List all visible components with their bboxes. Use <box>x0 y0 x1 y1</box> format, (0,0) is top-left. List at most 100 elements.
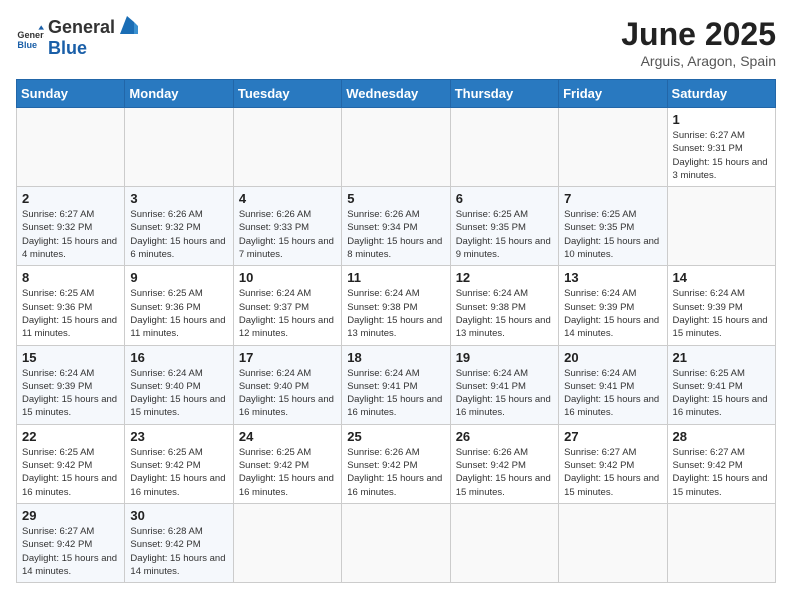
day-number: 27 <box>564 429 661 444</box>
calendar-title: June 2025 <box>621 16 776 53</box>
empty-cell <box>233 108 341 187</box>
day-number: 2 <box>22 191 119 206</box>
calendar-day-17: 17Sunrise: 6:24 AMSunset: 9:40 PMDayligh… <box>233 345 341 424</box>
logo-general: General <box>48 17 115 38</box>
calendar-header-row: SundayMondayTuesdayWednesdayThursdayFrid… <box>17 80 776 108</box>
day-number: 4 <box>239 191 336 206</box>
calendar-day-11: 11Sunrise: 6:24 AMSunset: 9:38 PMDayligh… <box>342 266 450 345</box>
calendar-day-4: 4Sunrise: 6:26 AMSunset: 9:33 PMDaylight… <box>233 187 341 266</box>
day-number: 10 <box>239 270 336 285</box>
empty-cell <box>667 503 775 582</box>
day-number: 8 <box>22 270 119 285</box>
calendar-table: SundayMondayTuesdayWednesdayThursdayFrid… <box>16 79 776 583</box>
day-info: Sunrise: 6:24 AMSunset: 9:38 PMDaylight:… <box>456 287 553 340</box>
calendar-header-friday: Friday <box>559 80 667 108</box>
calendar-day-9: 9 Sunrise: 6:25 AMSunset: 9:36 PMDaylight… <box>125 266 233 345</box>
calendar-day-1: 1 Sunrise: 6:27 AMSunset: 9:31 PMDaylight… <box>667 108 775 187</box>
calendar-week-row: 15Sunrise: 6:24 AMSunset: 9:39 PMDayligh… <box>17 345 776 424</box>
calendar-header-saturday: Saturday <box>667 80 775 108</box>
calendar-day-18: 18 Sunrise: 6:24 AMSunset: 9:41 PMDayligh… <box>342 345 450 424</box>
calendar-day-2: 2 Sunrise: 6:27 AMSunset: 9:32 PMDaylight… <box>17 187 125 266</box>
svg-text:Blue: Blue <box>17 39 37 49</box>
day-info: Sunrise: 6:27 AMSunset: 9:42 PMDaylight:… <box>564 446 661 499</box>
empty-cell <box>342 503 450 582</box>
calendar-day-20: 20Sunrise: 6:24 AMSunset: 9:41 PMDayligh… <box>559 345 667 424</box>
day-info: Sunrise: 6:24 AMSunset: 9:37 PMDaylight:… <box>239 287 336 340</box>
day-number: 6 <box>456 191 553 206</box>
calendar-subtitle: Arguis, Aragon, Spain <box>621 53 776 69</box>
day-number: 1 <box>673 112 770 127</box>
calendar-header-monday: Monday <box>125 80 233 108</box>
day-info: Sunrise: 6:25 AMSunset: 9:36 PMDaylight:… <box>130 287 227 340</box>
day-info: Sunrise: 6:24 AMSunset: 9:39 PMDaylight:… <box>673 287 770 340</box>
day-info: Sunrise: 6:26 AMSunset: 9:34 PMDaylight:… <box>347 208 444 261</box>
logo-icon: General Blue <box>16 24 44 52</box>
empty-cell <box>559 503 667 582</box>
empty-cell <box>125 108 233 187</box>
title-block: June 2025 Arguis, Aragon, Spain <box>621 16 776 69</box>
day-info: Sunrise: 6:25 AMSunset: 9:42 PMDaylight:… <box>239 446 336 499</box>
day-info: Sunrise: 6:24 AMSunset: 9:38 PMDaylight:… <box>347 287 444 340</box>
day-info: Sunrise: 6:25 AMSunset: 9:41 PMDaylight:… <box>673 367 770 420</box>
calendar-day-15: 15Sunrise: 6:24 AMSunset: 9:39 PMDayligh… <box>17 345 125 424</box>
calendar-day-14: 14 Sunrise: 6:24 AMSunset: 9:39 PMDayligh… <box>667 266 775 345</box>
calendar-day-21: 21 Sunrise: 6:25 AMSunset: 9:41 PMDayligh… <box>667 345 775 424</box>
day-info: Sunrise: 6:24 AMSunset: 9:40 PMDaylight:… <box>130 367 227 420</box>
calendar-day-12: 12 Sunrise: 6:24 AMSunset: 9:38 PMDayligh… <box>450 266 558 345</box>
calendar-day-23: 23Sunrise: 6:25 AMSunset: 9:42 PMDayligh… <box>125 424 233 503</box>
calendar-day-7: 7 Sunrise: 6:25 AMSunset: 9:35 PMDaylight… <box>559 187 667 266</box>
day-info: Sunrise: 6:27 AMSunset: 9:31 PMDaylight:… <box>673 129 770 182</box>
calendar-header-sunday: Sunday <box>17 80 125 108</box>
day-info: Sunrise: 6:27 AMSunset: 9:32 PMDaylight:… <box>22 208 119 261</box>
calendar-week-row: 1 Sunrise: 6:27 AMSunset: 9:31 PMDaylight… <box>17 108 776 187</box>
day-number: 29 <box>22 508 119 523</box>
calendar-day-16: 16Sunrise: 6:24 AMSunset: 9:40 PMDayligh… <box>125 345 233 424</box>
empty-cell <box>450 503 558 582</box>
day-info: Sunrise: 6:24 AMSunset: 9:40 PMDaylight:… <box>239 367 336 420</box>
calendar-day-19: 19 Sunrise: 6:24 AMSunset: 9:41 PMDayligh… <box>450 345 558 424</box>
svg-text:General: General <box>17 30 44 40</box>
empty-cell <box>450 108 558 187</box>
day-number: 15 <box>22 350 119 365</box>
empty-cell <box>342 108 450 187</box>
day-number: 20 <box>564 350 661 365</box>
calendar-day-28: 28Sunrise: 6:27 AMSunset: 9:42 PMDayligh… <box>667 424 775 503</box>
day-number: 21 <box>673 350 770 365</box>
day-number: 13 <box>564 270 661 285</box>
day-number: 12 <box>456 270 553 285</box>
day-number: 19 <box>456 350 553 365</box>
day-info: Sunrise: 6:25 AMSunset: 9:35 PMDaylight:… <box>564 208 661 261</box>
day-number: 9 <box>130 270 227 285</box>
day-info: Sunrise: 6:25 AMSunset: 9:42 PMDaylight:… <box>22 446 119 499</box>
calendar-day-22: 22 Sunrise: 6:25 AMSunset: 9:42 PMDayligh… <box>17 424 125 503</box>
day-number: 7 <box>564 191 661 206</box>
calendar-header-tuesday: Tuesday <box>233 80 341 108</box>
day-info: Sunrise: 6:24 AMSunset: 9:41 PMDaylight:… <box>456 367 553 420</box>
calendar-day-30: 30Sunrise: 6:28 AMSunset: 9:42 PMDayligh… <box>125 503 233 582</box>
day-info: Sunrise: 6:26 AMSunset: 9:42 PMDaylight:… <box>347 446 444 499</box>
day-info: Sunrise: 6:24 AMSunset: 9:39 PMDaylight:… <box>564 287 661 340</box>
logo: General Blue General Blue <box>16 16 139 59</box>
calendar-day-5: 5 Sunrise: 6:26 AMSunset: 9:34 PMDaylight… <box>342 187 450 266</box>
day-number: 28 <box>673 429 770 444</box>
day-info: Sunrise: 6:26 AMSunset: 9:42 PMDaylight:… <box>456 446 553 499</box>
calendar-day-8: 8Sunrise: 6:25 AMSunset: 9:36 PMDaylight… <box>17 266 125 345</box>
day-number: 22 <box>22 429 119 444</box>
day-number: 18 <box>347 350 444 365</box>
calendar-day-29: 29Sunrise: 6:27 AMSunset: 9:42 PMDayligh… <box>17 503 125 582</box>
day-number: 3 <box>130 191 227 206</box>
calendar-week-row: 22 Sunrise: 6:25 AMSunset: 9:42 PMDayligh… <box>17 424 776 503</box>
empty-cell <box>233 503 341 582</box>
day-info: Sunrise: 6:25 AMSunset: 9:42 PMDaylight:… <box>130 446 227 499</box>
calendar-day-10: 10 Sunrise: 6:24 AMSunset: 9:37 PMDayligh… <box>233 266 341 345</box>
calendar-day-3: 3Sunrise: 6:26 AMSunset: 9:32 PMDaylight… <box>125 187 233 266</box>
day-info: Sunrise: 6:25 AMSunset: 9:35 PMDaylight:… <box>456 208 553 261</box>
calendar-week-row: 2 Sunrise: 6:27 AMSunset: 9:32 PMDaylight… <box>17 187 776 266</box>
calendar-day-24: 24Sunrise: 6:25 AMSunset: 9:42 PMDayligh… <box>233 424 341 503</box>
calendar-week-row: 8 Sunrise: 6:25 AMSunset: 9:36 PMDaylight… <box>17 266 776 345</box>
day-number: 5 <box>347 191 444 206</box>
day-info: Sunrise: 6:24 AMSunset: 9:41 PMDaylight:… <box>347 367 444 420</box>
day-number: 30 <box>130 508 227 523</box>
day-number: 14 <box>673 270 770 285</box>
calendar-day-25: 25Sunrise: 6:26 AMSunset: 9:42 PMDayligh… <box>342 424 450 503</box>
